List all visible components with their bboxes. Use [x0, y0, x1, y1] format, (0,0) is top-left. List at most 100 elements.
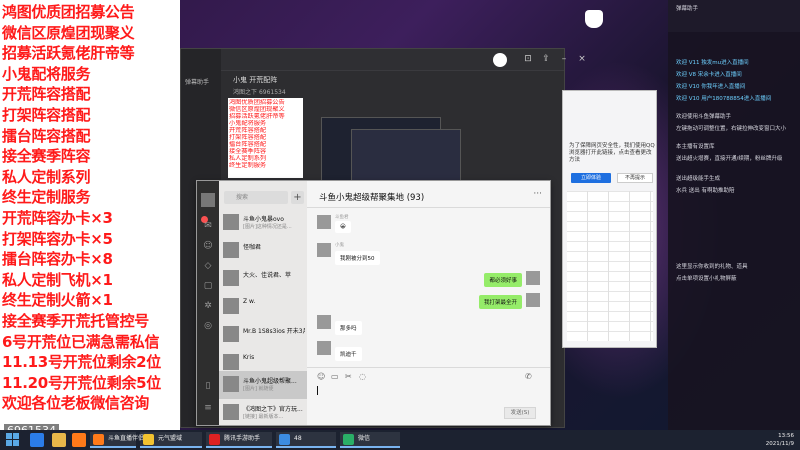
file-explorer-icon[interactable]	[52, 433, 66, 447]
more-icon[interactable]: ···	[533, 189, 542, 199]
announcement-line: 鸿图优质团招募公告	[2, 3, 135, 21]
mini-line: 打架阵容搭配	[229, 134, 267, 141]
chat-bubble-icon[interactable]: ◌	[359, 372, 366, 381]
capture-titlebar[interactable]: ⊡ ⇪ – ×	[221, 49, 586, 71]
moments-icon[interactable]: ✲	[203, 301, 213, 311]
announcement-line: 打架阵容搭配	[2, 105, 91, 124]
contacts-icon[interactable]: ☺	[203, 241, 213, 251]
chat-pane: 斗鱼小鬼超级帮聚集地 (93) ··· 斗鱼君 😀 小鬼 我刚被分到50 都必须…	[307, 181, 550, 425]
announcement-line: 6号开荒位已满急需私信	[2, 332, 160, 351]
chat-title: 斗鱼小鬼超级帮聚集地 (93)	[319, 193, 425, 203]
taskbar-item-wechat[interactable]: 微信	[340, 432, 400, 448]
message-bubble-self: 都必须好事	[484, 273, 522, 287]
close-icon[interactable]: ×	[575, 53, 589, 65]
gift-hint: 点击单项设置小礼物屏蔽	[676, 276, 737, 282]
mini-line: 终生定制服务	[229, 162, 267, 169]
list-item[interactable]: 怪咖君	[219, 237, 307, 265]
mini-announcement: 鸿图优质团招募公告 微信区原煌团现聚义 招募活跃氪佬肝帝等 小鬼配将服务 开荒阵…	[228, 98, 303, 178]
list-item[interactable]: Z w.	[219, 293, 307, 321]
danmaku-panel: 弹幕助手 欢迎 V11 独发mu进入直播间 欢迎 V8 宋余卡进入直播间 欢迎 …	[668, 0, 800, 430]
wechat-app-icon	[343, 434, 354, 445]
danmaku-message: 欢迎使用斗鱼弹幕助手	[676, 114, 732, 120]
favorites-icon[interactable]: ◇	[203, 261, 213, 271]
avatar[interactable]	[526, 293, 540, 307]
spreadsheet	[567, 191, 653, 341]
system-clock[interactable]: 13:56 2021/11/9	[766, 432, 794, 448]
douyu-icon[interactable]	[72, 433, 86, 447]
files-icon[interactable]: ▢	[203, 281, 213, 291]
share-icon[interactable]: ⇪	[539, 53, 553, 65]
danmaku-message: 送出超级能手生成	[676, 176, 721, 182]
mini-line: 开荒阵容搭配	[229, 127, 267, 134]
conversation-list: ⌕ 搜索 + 斗鱼小鬼暴ovo [图片]这种情况还是... 怪咖君 大火、佳说君…	[219, 181, 307, 425]
conversation-name: 大火、佳说君、苹	[243, 272, 292, 279]
folder-icon[interactable]: ▭	[331, 372, 339, 381]
taskbar-item[interactable]: 元气盟域	[140, 432, 202, 448]
avatar[interactable]	[317, 341, 331, 355]
list-item[interactable]: 大火、佳说君、苹	[219, 265, 307, 293]
avatar	[223, 270, 239, 286]
conversation-name: 斗鱼小鬼暴ovo	[243, 216, 284, 223]
message-bubble: 那多吗	[335, 321, 362, 335]
conversation-preview: [链接] 最新版本...	[243, 414, 284, 420]
avatar[interactable]	[317, 215, 331, 229]
danmaku-message: 水兵 送出 有啊助推助陪	[676, 188, 735, 194]
capture-rail-label: 弹幕助手	[185, 79, 210, 86]
game-app-icon	[143, 434, 154, 445]
mini-line: 微信区原煌团现聚义	[229, 106, 285, 113]
avatar[interactable]	[526, 271, 540, 285]
danmaku-message: 欢迎 V10 你我年进入直播间	[676, 84, 746, 90]
app-logo-icon	[493, 53, 507, 67]
mini-line: 私人定制系列	[229, 155, 267, 162]
conversation-preview: [图片] 就随便	[243, 386, 274, 392]
ie-browser-icon[interactable]	[30, 433, 44, 447]
taskbar-label: 元气盟域	[158, 435, 183, 442]
miniprogram-icon[interactable]: ◎	[203, 321, 213, 331]
emoji-icon[interactable]: ☺	[317, 372, 325, 381]
search-input[interactable]: 搜索	[224, 191, 288, 204]
taskbar-item[interactable]: 斗鱼直播伴侣	[90, 432, 144, 448]
danmaku-topbar: 弹幕助手	[668, 0, 800, 32]
announcement-line: 擂台阵容办卡×8	[2, 250, 113, 269]
announcement-line: 11.20号开荒位剩余5位	[2, 373, 161, 392]
announcement-line: 微信区原煌团现聚义	[2, 23, 135, 42]
scissors-icon[interactable]: ✂	[345, 372, 352, 381]
taskbar-label: 腾讯手游助手	[224, 435, 261, 442]
conversation-name: Mr.B 1S8s3ios 开未3月	[243, 328, 305, 335]
taskbar-item[interactable]: 腾讯手游助手	[206, 432, 272, 448]
announcement-line: 私人定制飞机×1	[2, 270, 113, 289]
clock-time: 13:56	[778, 433, 794, 439]
list-item-selected[interactable]: 斗鱼小鬼超级帮聚... [图片] 就随便	[219, 371, 307, 399]
message-bubble: 我刚被分到50	[335, 251, 380, 265]
menu-icon[interactable]: ≡	[203, 403, 213, 413]
avatar	[223, 298, 239, 314]
dont-show-button[interactable]: 不再提示	[617, 173, 653, 183]
send-button[interactable]: 发送(S)	[504, 407, 536, 419]
subtitle-game: 鸿图之下	[233, 89, 258, 96]
danmaku-message: 送出超火增赛，直接开通/续期，粉丝牌升级	[676, 156, 783, 162]
gift-hint: 这里显示你收到的礼物、道具	[676, 264, 748, 270]
mini-line: 招募活跃氪佬肝帝等	[229, 113, 285, 120]
minimize-icon[interactable]: –	[557, 53, 571, 65]
avatar[interactable]	[317, 243, 331, 257]
avatar[interactable]	[317, 315, 331, 329]
phone-icon[interactable]: ▯	[203, 381, 213, 391]
chat-icon[interactable]: ✉	[203, 221, 213, 231]
windows-start-icon[interactable]	[6, 433, 20, 447]
message-bubble: 😀	[335, 221, 351, 233]
phone-call-icon[interactable]: ✆	[525, 372, 532, 381]
announcement-line: 擂台阵容搭配	[2, 126, 91, 145]
conversation-preview: [图片]这种情况还是...	[243, 224, 292, 230]
try-now-button[interactable]: 立即体验	[571, 173, 611, 183]
list-item[interactable]: 《鸿图之下》官方玩... [链接] 最新版本...	[219, 399, 307, 425]
mini-line: 擂台阵容搭配	[229, 141, 267, 148]
add-chat-button[interactable]: +	[291, 191, 304, 204]
list-item[interactable]: 斗鱼小鬼暴ovo [图片]这种情况还是...	[219, 209, 307, 237]
user-avatar[interactable]	[201, 193, 215, 207]
list-item[interactable]: Mr.B 1S8s3ios 开未3月	[219, 321, 307, 349]
title-divider	[307, 207, 550, 208]
announcement-line: 招募活跃氪佬肝帝等	[2, 44, 135, 63]
lock-icon[interactable]: ⊡	[521, 53, 535, 65]
taskbar-item[interactable]: 48	[276, 432, 336, 448]
browser-window: 为了保障网页安全性，我们使用QQ浏览器打开此链接，点击查看更改方法 立即体验 不…	[562, 90, 657, 348]
